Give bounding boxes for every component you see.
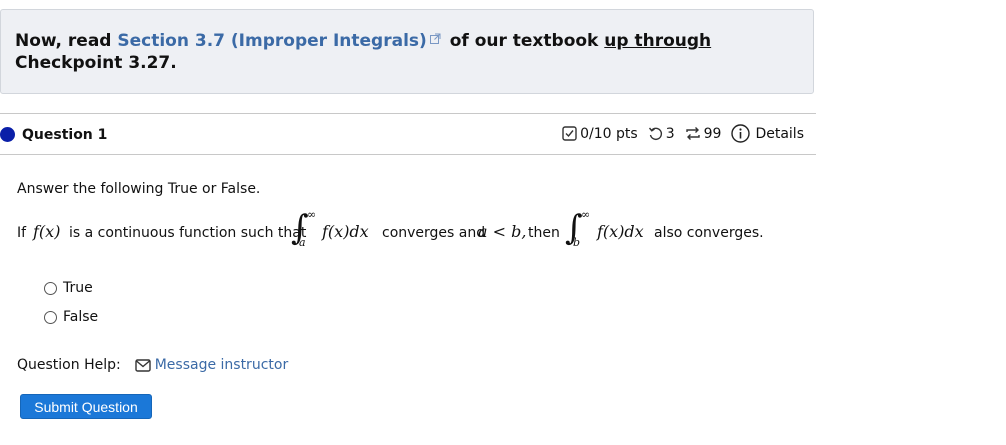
submit-question-button[interactable]: Submit Question xyxy=(20,394,152,419)
question-meta: 0/10 pts 3 99 Details xyxy=(562,124,804,143)
integral-lower: b xyxy=(573,236,581,249)
attempts-text: 3 xyxy=(665,125,675,142)
retries-text: 99 xyxy=(703,125,722,142)
mail-icon xyxy=(135,358,151,372)
banner-suffix: Checkpoint 3.27. xyxy=(15,53,177,73)
points-text: 0/10 pts xyxy=(580,125,638,142)
radio-true[interactable] xyxy=(44,281,57,295)
integrand-2: f(x)dx xyxy=(597,222,644,241)
divider-bottom xyxy=(0,154,816,155)
message-label: Message instructor xyxy=(154,357,289,373)
question-help: Question Help: Message instructor xyxy=(17,357,288,373)
integrand-1: f(x)dx xyxy=(322,222,369,241)
option-true[interactable]: True xyxy=(44,280,93,296)
retry-icon xyxy=(648,127,662,141)
reading-banner: Now, read Section 3.7 (Improper Integral… xyxy=(0,9,814,94)
details-link[interactable]: Details xyxy=(755,126,804,142)
checkbox-icon xyxy=(562,126,577,141)
fx-expression: f(x) xyxy=(33,222,61,241)
mid-text: is a continuous function such that xyxy=(69,225,307,241)
integral-upper: ∞ xyxy=(307,208,317,221)
radio-false[interactable] xyxy=(44,310,57,324)
question-status-dot xyxy=(0,127,15,142)
integral-lower: a xyxy=(299,236,306,249)
question-prompt: Answer the following True or False. xyxy=(17,181,261,197)
divider-top xyxy=(0,113,816,114)
banner-middle: of our textbook xyxy=(443,31,605,51)
message-instructor-link[interactable]: Message instructor xyxy=(135,357,289,373)
option-false[interactable]: False xyxy=(44,309,98,325)
question-title: Question 1 xyxy=(22,127,108,143)
section-link[interactable]: Section 3.7 (Improper Integrals) xyxy=(117,31,426,51)
if-text: If xyxy=(17,225,27,241)
condition-expression: a < b, xyxy=(478,222,527,241)
info-icon[interactable] xyxy=(731,124,751,143)
question-header: Question 1 0/10 pts 3 99 Details xyxy=(0,124,816,146)
banner-prefix: Now, read xyxy=(15,31,118,51)
versions-icon xyxy=(685,127,700,140)
then-text: then xyxy=(528,225,560,241)
banner-underlined: up through xyxy=(604,31,712,51)
option-true-label: True xyxy=(63,280,93,296)
integral-upper: ∞ xyxy=(581,208,591,221)
converges-text: converges and xyxy=(382,225,486,241)
external-link-icon xyxy=(429,33,441,44)
end-text: also converges. xyxy=(654,225,764,241)
help-label: Question Help: xyxy=(17,357,121,373)
option-false-label: False xyxy=(63,309,99,325)
